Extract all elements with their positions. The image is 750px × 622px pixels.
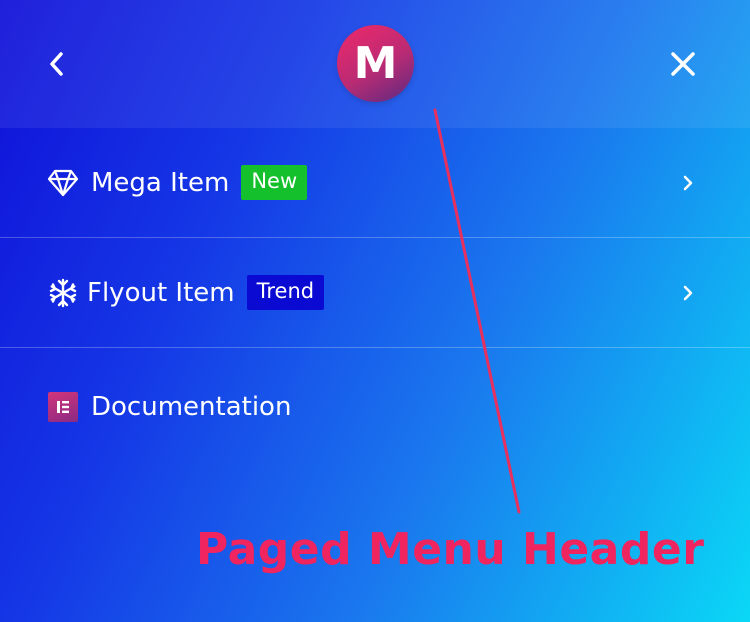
- close-button[interactable]: [666, 46, 700, 82]
- chevron-right-icon[interactable]: [680, 172, 696, 194]
- elementor-icon: [47, 391, 79, 423]
- menu-item-label: Documentation: [91, 392, 292, 422]
- annotation-label: Paged Menu Header: [196, 524, 705, 575]
- trend-badge: Trend: [246, 274, 325, 311]
- menu-item-mega-item[interactable]: Mega Item New: [0, 128, 750, 238]
- snowflake-icon: [47, 277, 79, 309]
- menu-list: Mega Item New Flyout Item Trend Document…: [0, 128, 750, 466]
- menu-item-documentation[interactable]: Documentation: [0, 348, 750, 466]
- diamond-icon: [47, 167, 79, 199]
- logo: M: [337, 25, 414, 102]
- menu-item-label: Mega Item: [91, 167, 230, 198]
- close-icon: [671, 52, 695, 76]
- menu-item-label: Flyout Item: [87, 277, 235, 308]
- back-button[interactable]: [40, 46, 74, 82]
- new-badge: New: [241, 164, 308, 201]
- menu-item-flyout-item[interactable]: Flyout Item Trend: [0, 238, 750, 348]
- paged-menu-header: M: [0, 0, 750, 128]
- chevron-left-icon: [50, 52, 63, 76]
- chevron-right-icon[interactable]: [680, 282, 696, 304]
